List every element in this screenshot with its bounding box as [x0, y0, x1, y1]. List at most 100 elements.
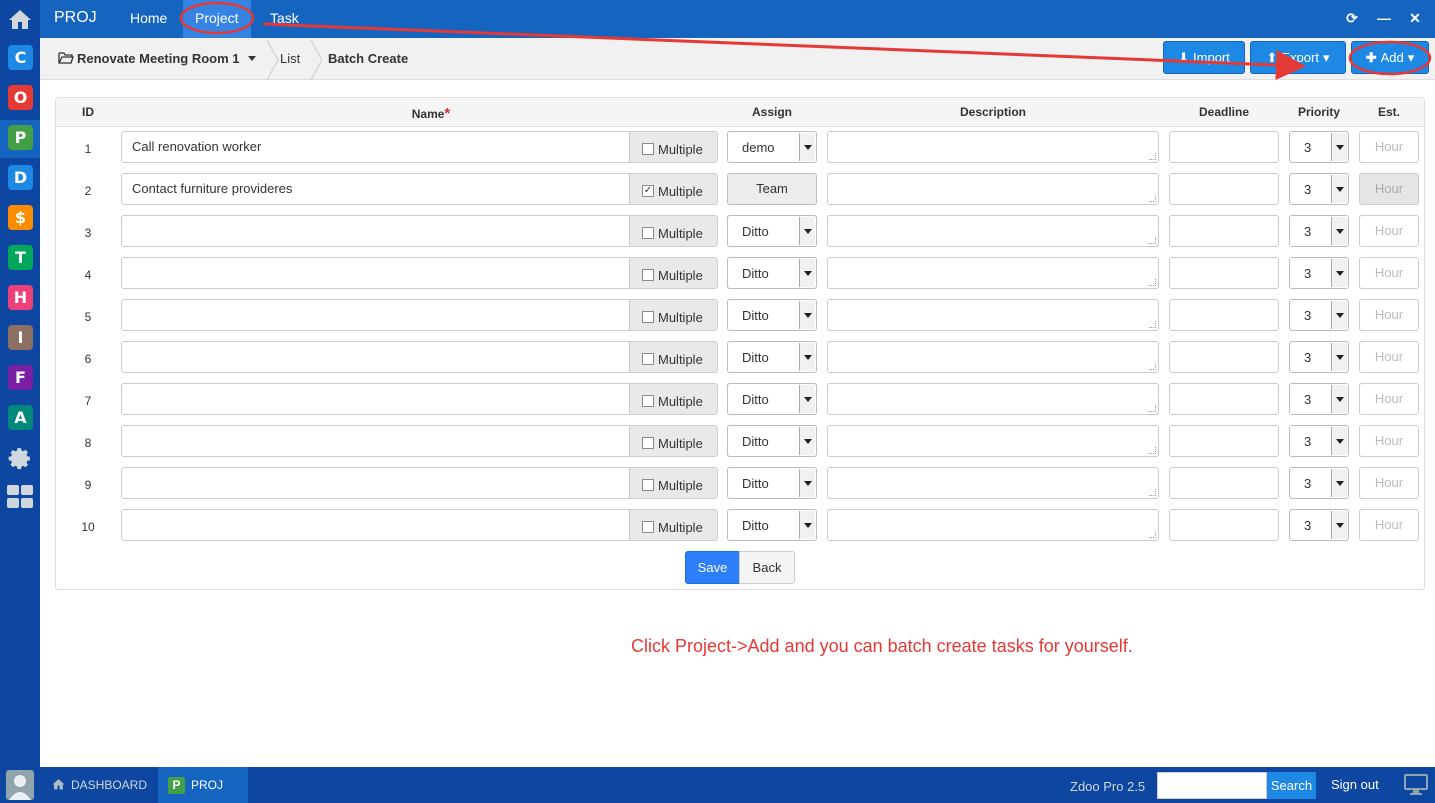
- dock-app-6-icon[interactable]: H: [8, 285, 33, 310]
- dock-app-2-icon[interactable]: P: [8, 125, 33, 150]
- estimate-input[interactable]: Hour: [1359, 425, 1419, 457]
- assign-select[interactable]: Ditto: [727, 299, 817, 331]
- deadline-input[interactable]: [1169, 215, 1279, 247]
- caret-down-icon[interactable]: [248, 56, 256, 61]
- name-input[interactable]: [121, 509, 630, 541]
- name-input[interactable]: [121, 341, 630, 373]
- priority-select[interactable]: 3: [1289, 173, 1349, 205]
- description-textarea[interactable]: [827, 467, 1159, 499]
- grid-apps-icon[interactable]: [7, 485, 34, 509]
- description-textarea[interactable]: [827, 173, 1159, 205]
- breadcrumb-project[interactable]: Renovate Meeting Room 1: [77, 51, 240, 66]
- estimate-input[interactable]: Hour: [1359, 215, 1419, 247]
- estimate-input[interactable]: Hour: [1359, 509, 1419, 541]
- description-textarea[interactable]: [827, 509, 1159, 541]
- settings-gear-icon[interactable]: [8, 446, 33, 471]
- dock-app-8-icon[interactable]: F: [8, 365, 33, 390]
- deadline-input[interactable]: [1169, 173, 1279, 205]
- assign-select[interactable]: Ditto: [727, 383, 817, 415]
- estimate-input[interactable]: Hour: [1359, 467, 1419, 499]
- multiple-checkbox[interactable]: [642, 437, 654, 449]
- description-textarea[interactable]: [827, 383, 1159, 415]
- deadline-input[interactable]: [1169, 131, 1279, 163]
- home-icon[interactable]: [0, 0, 40, 38]
- multiple-checkbox[interactable]: [642, 143, 654, 155]
- multiple-checkbox[interactable]: [642, 311, 654, 323]
- multiple-toggle[interactable]: Multiple: [629, 215, 718, 247]
- description-textarea[interactable]: [827, 215, 1159, 247]
- multiple-toggle[interactable]: Multiple: [629, 131, 718, 163]
- assign-select[interactable]: Ditto: [727, 341, 817, 373]
- name-input[interactable]: Contact furniture provideres: [121, 173, 630, 205]
- deadline-input[interactable]: [1169, 467, 1279, 499]
- multiple-checkbox[interactable]: ✓: [642, 185, 654, 197]
- multiple-checkbox[interactable]: [642, 521, 654, 533]
- deadline-input[interactable]: [1169, 299, 1279, 331]
- priority-select[interactable]: 3: [1289, 383, 1349, 415]
- multiple-toggle[interactable]: Multiple: [629, 299, 718, 331]
- deadline-input[interactable]: [1169, 383, 1279, 415]
- description-textarea[interactable]: [827, 257, 1159, 289]
- assign-select[interactable]: demo: [727, 131, 817, 163]
- deadline-input[interactable]: [1169, 257, 1279, 289]
- back-button[interactable]: Back: [739, 551, 795, 584]
- team-button[interactable]: Team: [727, 173, 817, 205]
- estimate-input[interactable]: Hour: [1359, 131, 1419, 163]
- dock-app-4-icon[interactable]: $: [8, 205, 33, 230]
- search-button[interactable]: Search: [1267, 772, 1316, 799]
- assign-select[interactable]: Ditto: [727, 509, 817, 541]
- minimize-icon[interactable]: —: [1376, 10, 1392, 26]
- refresh-icon[interactable]: ⟳: [1344, 10, 1360, 26]
- estimate-input[interactable]: Hour: [1359, 383, 1419, 415]
- monitor-icon[interactable]: [1404, 774, 1428, 799]
- search-input[interactable]: [1157, 772, 1267, 799]
- breadcrumb-list[interactable]: List: [280, 51, 300, 66]
- dock-app-9-icon[interactable]: A: [8, 405, 33, 430]
- assign-select[interactable]: Ditto: [727, 467, 817, 499]
- deadline-input[interactable]: [1169, 425, 1279, 457]
- multiple-checkbox[interactable]: [642, 269, 654, 281]
- sign-out-link[interactable]: Sign out: [1331, 777, 1379, 792]
- name-input[interactable]: [121, 299, 630, 331]
- description-textarea[interactable]: [827, 425, 1159, 457]
- multiple-toggle[interactable]: Multiple: [629, 425, 718, 457]
- description-textarea[interactable]: [827, 131, 1159, 163]
- name-input[interactable]: [121, 467, 630, 499]
- add-button[interactable]: ✚ Add ▾: [1351, 41, 1429, 74]
- multiple-toggle[interactable]: Multiple: [629, 341, 718, 373]
- estimate-input[interactable]: Hour: [1359, 341, 1419, 373]
- priority-select[interactable]: 3: [1289, 509, 1349, 541]
- priority-select[interactable]: 3: [1289, 215, 1349, 247]
- taskbar-proj[interactable]: P PROJ: [158, 767, 248, 803]
- estimate-input[interactable]: Hour: [1359, 299, 1419, 331]
- multiple-toggle[interactable]: ✓ Multiple: [629, 173, 718, 205]
- multiple-checkbox[interactable]: [642, 353, 654, 365]
- avatar[interactable]: [6, 770, 34, 800]
- save-button[interactable]: Save: [685, 551, 740, 584]
- dock-app-7-icon[interactable]: I: [8, 325, 33, 350]
- multiple-toggle[interactable]: Multiple: [629, 257, 718, 289]
- priority-select[interactable]: 3: [1289, 131, 1349, 163]
- multiple-toggle[interactable]: Multiple: [629, 383, 718, 415]
- priority-select[interactable]: 3: [1289, 257, 1349, 289]
- dock-app-1-icon[interactable]: O: [8, 85, 33, 110]
- multiple-checkbox[interactable]: [642, 395, 654, 407]
- description-textarea[interactable]: [827, 299, 1159, 331]
- taskbar-dashboard[interactable]: DASHBOARD: [44, 767, 158, 803]
- estimate-input[interactable]: Hour: [1359, 257, 1419, 289]
- name-input[interactable]: [121, 383, 630, 415]
- priority-select[interactable]: 3: [1289, 299, 1349, 331]
- priority-select[interactable]: 3: [1289, 425, 1349, 457]
- nav-project[interactable]: Project: [183, 0, 251, 38]
- dock-app-3-icon[interactable]: D: [8, 165, 33, 190]
- dock-app-5-icon[interactable]: T: [8, 245, 33, 270]
- assign-select[interactable]: Ditto: [727, 257, 817, 289]
- close-icon[interactable]: ✕: [1407, 10, 1423, 26]
- export-button[interactable]: ⬆ Export ▾: [1250, 41, 1346, 74]
- assign-select[interactable]: Ditto: [727, 215, 817, 247]
- dock-app-0-icon[interactable]: C: [8, 45, 33, 70]
- multiple-toggle[interactable]: Multiple: [629, 467, 718, 499]
- name-input[interactable]: [121, 257, 630, 289]
- priority-select[interactable]: 3: [1289, 467, 1349, 499]
- multiple-checkbox[interactable]: [642, 479, 654, 491]
